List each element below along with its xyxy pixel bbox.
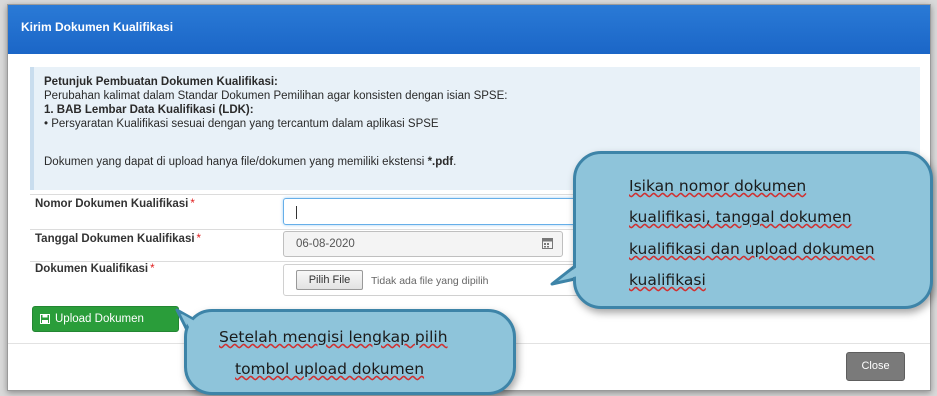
nomor-input[interactable]: [283, 198, 593, 225]
extension-note-end: .: [453, 156, 457, 168]
form-divider: [30, 261, 590, 262]
required-mark: *: [190, 198, 195, 210]
required-mark: *: [150, 263, 155, 275]
instruction-bullet: • Persyaratan Kualifikasi sesuai dengan …: [44, 118, 439, 130]
upload-button-label: Upload Dokumen: [55, 313, 144, 325]
nomor-label: Nomor Dokumen Kualifikasi *: [35, 198, 195, 210]
callout-bottom: Setelah mengisi lengkap pilih tombol upl…: [184, 309, 516, 395]
required-mark: *: [196, 233, 202, 245]
callout-right-line: Isikan nomor dokumen: [629, 177, 807, 195]
dokumen-label: Dokumen Kualifikasi *: [35, 263, 155, 275]
tanggal-label-text: Tanggal Dokumen Kualifikasi: [35, 233, 195, 245]
form-divider: [30, 229, 590, 230]
callout-right-line: kualifikasi: [629, 271, 706, 289]
save-icon: [40, 307, 50, 331]
modal-title: Kirim Dokumen Kualifikasi: [21, 20, 174, 34]
instruction-heading: Petunjuk Pembuatan Dokumen Kualifikasi:: [44, 76, 278, 88]
tanggal-label: Tanggal Dokumen Kualifikasi *: [35, 233, 201, 245]
text-caret: [296, 206, 297, 219]
callout-tail-cover: [560, 238, 614, 280]
dokumen-label-text: Dokumen Kualifikasi: [35, 263, 149, 275]
instruction-section: 1. BAB Lembar Data Kualifikasi (LDK):: [44, 104, 254, 116]
choose-file-button[interactable]: Pilih File: [296, 270, 363, 290]
tanggal-value: 06-08-2020: [296, 238, 355, 250]
callout-right-line: kualifikasi dan upload dokumen: [629, 240, 875, 258]
instruction-line: Perubahan kalimat dalam Standar Dokumen …: [44, 90, 508, 102]
callout-bottom-line: Setelah mengisi lengkap pilih: [219, 328, 448, 346]
upload-dokumen-button[interactable]: Upload Dokumen: [32, 306, 179, 332]
file-status: Tidak ada file yang dipilih: [371, 275, 489, 287]
extension-note: Dokumen yang dapat di upload hanya file/…: [44, 156, 456, 168]
callout-bottom-line: tombol upload dokumen: [235, 360, 425, 378]
close-button[interactable]: Close: [846, 352, 905, 381]
extension-value: *.pdf: [427, 156, 454, 168]
tanggal-input[interactable]: 06-08-2020: [283, 231, 563, 257]
callout-right: Isikan nomor dokumen kualifikasi, tangga…: [573, 151, 933, 309]
modal-header: Kirim Dokumen Kualifikasi: [8, 5, 930, 54]
extension-note-text: Dokumen yang dapat di upload hanya file/…: [44, 156, 428, 168]
callout-tail-cover: [182, 314, 207, 338]
callout-right-line: kualifikasi, tanggal dokumen: [629, 208, 852, 226]
form-divider: [30, 194, 590, 195]
nomor-label-text: Nomor Dokumen Kualifikasi: [35, 198, 189, 210]
